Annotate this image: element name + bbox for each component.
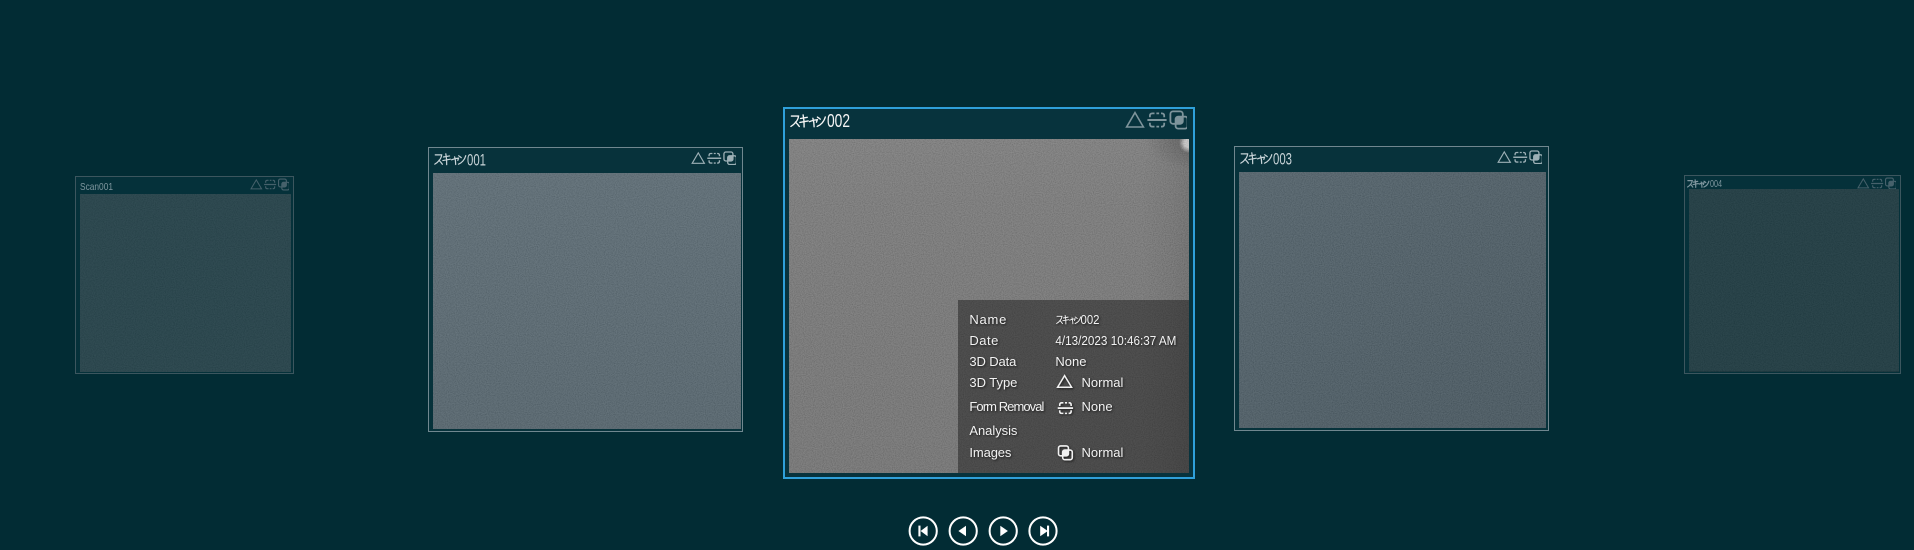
svg-text:Date: Date (969, 333, 998, 348)
svg-text:Analysis: Analysis (969, 423, 1018, 438)
svg-text:003: 003 (1273, 151, 1292, 167)
svg-text:4/13/2023 10:46:37 AM: 4/13/2023 10:46:37 AM (1055, 333, 1176, 348)
svg-text:Scan001: Scan001 (80, 181, 113, 192)
svg-text:None: None (1055, 354, 1086, 369)
svg-text:None: None (1081, 399, 1112, 414)
svg-text:Form Removal: Form Removal (969, 399, 1044, 414)
svg-text:Normal: Normal (1081, 445, 1123, 460)
svg-text:Name: Name (969, 312, 1006, 327)
svg-text:002: 002 (1080, 312, 1099, 327)
svg-text:3D Type: 3D Type (969, 375, 1017, 390)
svg-text:Normal: Normal (1081, 375, 1123, 390)
svg-text:002: 002 (827, 112, 850, 131)
svg-text:Images: Images (969, 445, 1012, 460)
svg-text:3D Data: 3D Data (969, 354, 1017, 369)
svg-text:001: 001 (467, 152, 486, 168)
